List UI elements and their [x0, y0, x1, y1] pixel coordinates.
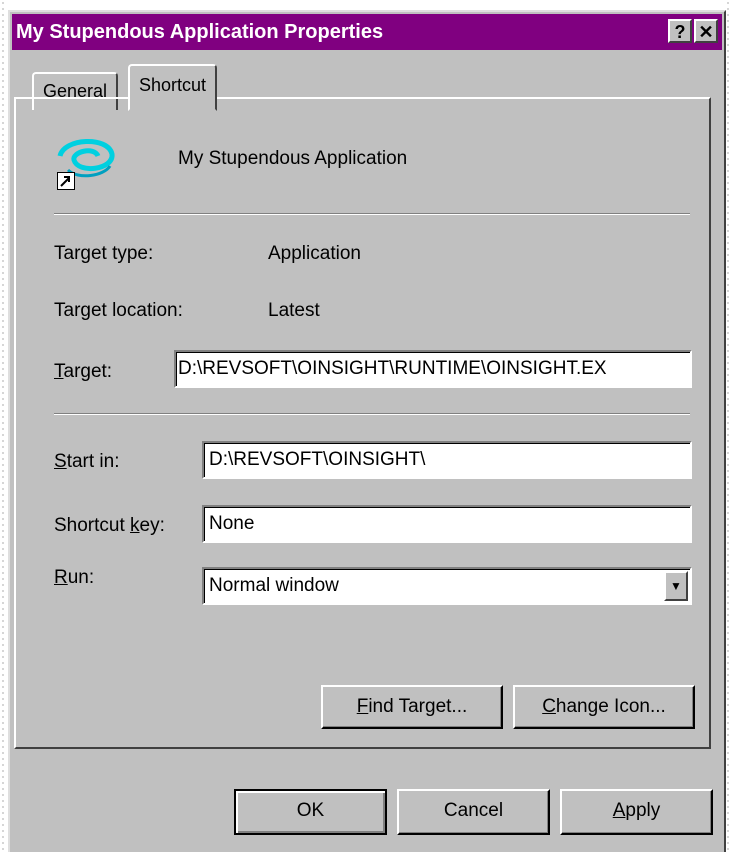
separator-top	[54, 213, 690, 215]
target-label-text: arget:	[63, 361, 113, 382]
shortcut-key-label-accesskey: k	[130, 515, 140, 536]
change-icon-button[interactable]: Change Icon...	[513, 685, 695, 729]
tab-shortcut[interactable]: Shortcut	[128, 64, 218, 111]
target-location-value: Latest	[268, 300, 320, 321]
ok-label: OK	[296, 800, 325, 821]
window-title: My Stupendous Application Properties	[16, 21, 384, 43]
shortcut-key-label: Shortcut key:	[54, 515, 165, 537]
help-button[interactable]: ?	[668, 19, 692, 43]
app-name: My Stupendous Application	[178, 148, 408, 169]
run-label-accesskey: R	[54, 567, 68, 588]
background-pattern-left	[0, 0, 8, 852]
shortcut-key-label-pre: Shortcut	[54, 515, 131, 536]
close-button[interactable]: ✕	[694, 19, 718, 43]
shortcut-key-label-text: ey:	[139, 515, 165, 536]
app-icon	[54, 128, 118, 192]
start-in-label-accesskey: S	[54, 451, 67, 472]
cancel-label: Cancel	[443, 800, 504, 821]
chevron-down-icon[interactable]: ▼	[664, 571, 688, 601]
shortcut-key-field[interactable]: None	[202, 505, 692, 543]
run-dropdown-value: Normal window	[209, 575, 339, 596]
title-bar[interactable]: My Stupendous Application Properties ? ✕	[12, 14, 722, 50]
cancel-button[interactable]: Cancel	[397, 789, 550, 835]
find-target-button[interactable]: Find Target...	[321, 685, 503, 729]
start-in-field[interactable]: D:\REVSOFT\OINSIGHT\	[202, 441, 692, 479]
apply-button[interactable]: Apply	[560, 789, 713, 835]
find-target-text: ind Target...	[368, 696, 468, 717]
shortcut-tab-panel: My Stupendous Application Target type: A…	[14, 97, 711, 749]
shortcut-arrow-icon	[57, 172, 75, 190]
change-icon-accesskey: C	[542, 696, 556, 717]
target-label: Target:	[54, 361, 112, 383]
ok-button[interactable]: OK	[234, 789, 387, 835]
start-in-label: Start in:	[54, 451, 120, 473]
run-label: Run:	[54, 567, 94, 589]
target-label-accesskey: T	[54, 361, 64, 382]
tab-shortcut-label: Shortcut	[139, 75, 207, 95]
run-dropdown[interactable]: Normal window ▼	[202, 567, 692, 605]
start-in-label-text: tart in:	[66, 451, 120, 472]
find-target-accesskey: F	[356, 696, 369, 717]
target-field[interactable]: D:\REVSOFT\OINSIGHT\RUNTIME\OINSIGHT.EX	[174, 350, 692, 388]
target-location-label: Target location:	[54, 300, 183, 321]
target-type-value: Application	[268, 243, 361, 264]
apply-accesskey: A	[612, 800, 626, 821]
apply-text: pply	[625, 800, 661, 821]
separator-middle	[54, 413, 690, 415]
run-label-text: un:	[67, 567, 95, 588]
target-type-label: Target type:	[54, 243, 154, 264]
change-icon-text: hange Icon...	[555, 696, 666, 717]
